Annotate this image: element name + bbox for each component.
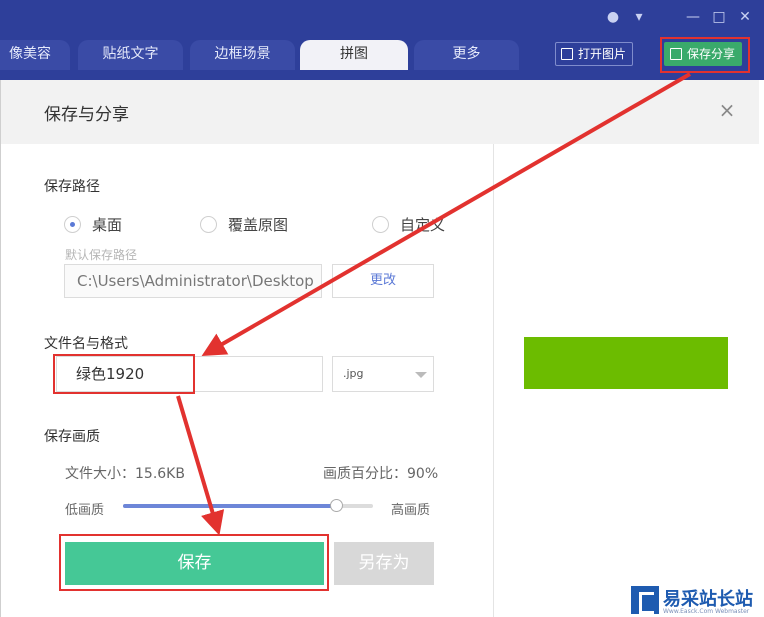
site-watermark: 易采站长站 Www.Easck.Com Webmaster (629, 583, 764, 617)
watermark-subtitle: Www.Easck.Com Webmaster (663, 608, 750, 615)
site-logo-icon (631, 586, 659, 614)
arrow-to-file-name (201, 72, 692, 357)
annotation-arrows (176, 72, 692, 536)
arrow-to-save-button (176, 395, 225, 536)
